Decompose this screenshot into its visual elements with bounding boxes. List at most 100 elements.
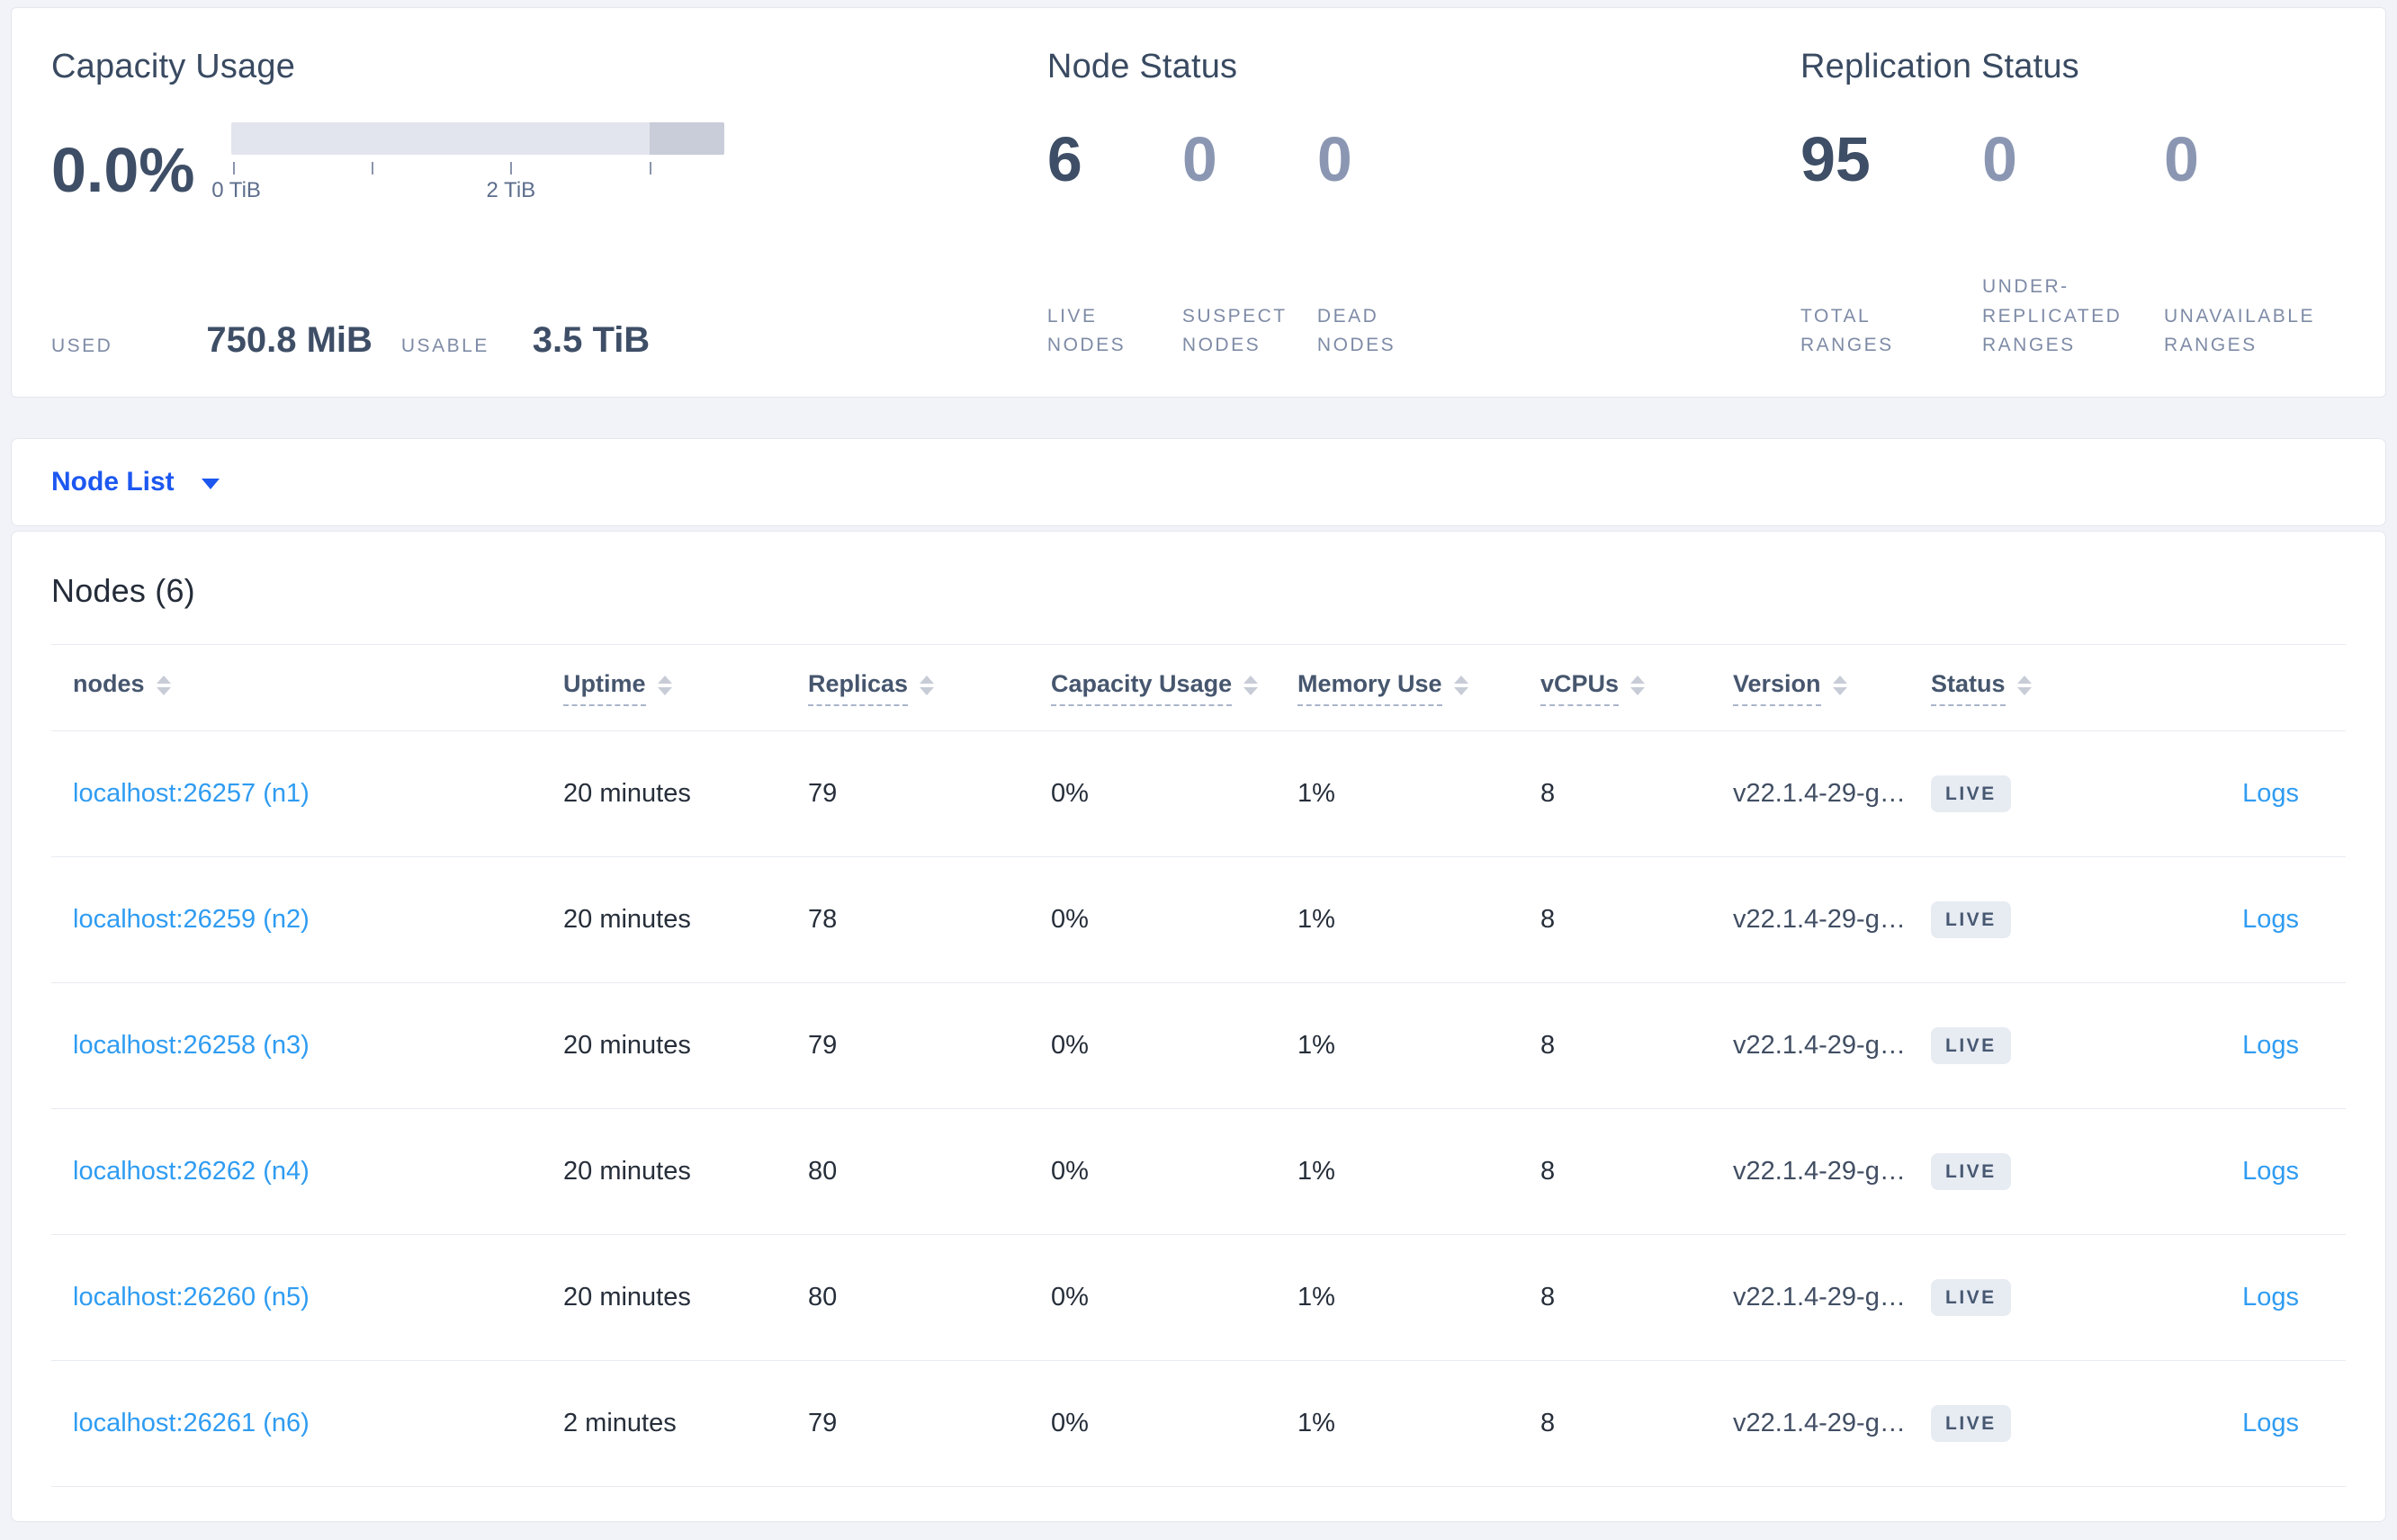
node-link[interactable]: localhost:26261 (n6) — [73, 1409, 310, 1437]
usable-label: USABLE — [400, 336, 489, 356]
table-row: localhost:26261 (n6) 2 minutes 79 0% 1% … — [51, 1361, 2346, 1487]
version-cell: v22.1.4-29-g… — [1733, 1031, 1906, 1060]
sort-icon — [920, 675, 935, 695]
node-list-dropdown[interactable]: Node List — [11, 438, 2386, 526]
column-header-nodes[interactable]: nodes — [51, 670, 542, 706]
under-replicated-ranges-value: 0 — [1982, 124, 2017, 194]
under-replicated-ranges-label: UNDER-REPLICATED RANGES — [1982, 276, 2123, 356]
column-header-uptime[interactable]: Uptime — [542, 670, 786, 706]
status-badge: LIVE — [1931, 1153, 2011, 1190]
memory-cell: 1% — [1297, 1031, 1335, 1060]
version-cell: v22.1.4-29-g… — [1733, 1157, 1906, 1186]
column-header-memory-use[interactable]: Memory Use — [1276, 670, 1519, 706]
logs-link[interactable]: Logs — [2242, 779, 2299, 809]
column-header-status[interactable]: Status — [1909, 670, 2089, 706]
unavailable-ranges-label: UNAVAILABLE RANGES — [2164, 305, 2315, 356]
sort-icon — [1832, 675, 1847, 695]
status-badge: LIVE — [1931, 775, 2011, 812]
column-header-replicas[interactable]: Replicas — [786, 670, 1029, 706]
sort-icon — [2016, 675, 2032, 695]
vcpus-cell: 8 — [1540, 1031, 1556, 1060]
version-cell: v22.1.4-29-g… — [1733, 1409, 1906, 1437]
capacity-bar — [230, 122, 724, 155]
sort-icon — [156, 675, 171, 695]
column-header-version[interactable]: Version — [1711, 670, 1909, 706]
capacity-gauge: 0 TiB 2 TiB — [211, 122, 724, 212]
node-link[interactable]: localhost:26257 (n1) — [73, 779, 310, 808]
live-nodes-label: LIVE NODES — [1046, 305, 1127, 356]
node-list-dropdown-label: Node List — [51, 467, 175, 497]
uptime-cell: 2 minutes — [563, 1409, 677, 1437]
memory-cell: 1% — [1297, 905, 1335, 934]
replication-status-title: Replication Status — [1800, 48, 2079, 85]
table-row: localhost:26259 (n2) 20 minutes 78 0% 1%… — [51, 857, 2346, 983]
logs-link[interactable]: Logs — [2242, 1409, 2299, 1438]
memory-cell: 1% — [1297, 1409, 1335, 1437]
nodes-table-card: Nodes (6) nodes Uptime Replicas Capacity… — [11, 531, 2386, 1522]
gauge-tick — [509, 162, 512, 175]
live-nodes-value: 6 — [1046, 124, 1082, 194]
gauge-tick — [371, 162, 373, 175]
node-link[interactable]: localhost:26262 (n4) — [73, 1157, 310, 1186]
node-link[interactable]: localhost:26260 (n5) — [73, 1283, 310, 1312]
logs-link[interactable]: Logs — [2242, 1283, 2299, 1312]
node-status-panel: Node Status 6 0 0 LIVE NODES SUSPECT NOD… — [1047, 48, 1800, 361]
node-link[interactable]: localhost:26258 (n3) — [73, 1031, 310, 1060]
replicas-cell: 79 — [808, 1031, 838, 1060]
memory-cell: 1% — [1297, 1283, 1335, 1312]
logs-link[interactable]: Logs — [2242, 1031, 2299, 1061]
logs-link[interactable]: Logs — [2242, 1157, 2299, 1186]
column-header-capacity-usage[interactable]: Capacity Usage — [1029, 670, 1276, 706]
used-value: 750.8 MiB — [206, 320, 373, 360]
capacity-bar-reserved-segment — [649, 122, 724, 155]
memory-cell: 1% — [1297, 779, 1335, 808]
replicas-cell: 79 — [808, 1409, 838, 1437]
node-link[interactable]: localhost:26259 (n2) — [73, 905, 310, 934]
total-ranges-value: 95 — [1800, 124, 1871, 194]
chevron-down-icon — [201, 479, 220, 489]
capacity-cell: 0% — [1051, 1031, 1089, 1060]
replicas-cell: 80 — [808, 1157, 838, 1186]
replicas-cell: 79 — [808, 779, 838, 808]
total-ranges-label: TOTAL RANGES — [1800, 305, 1894, 356]
status-badge: LIVE — [1931, 1027, 2011, 1064]
sort-icon — [1630, 675, 1646, 695]
table-row: localhost:26260 (n5) 20 minutes 80 0% 1%… — [51, 1235, 2346, 1361]
memory-cell: 1% — [1297, 1157, 1335, 1186]
dead-nodes-value: 0 — [1316, 124, 1352, 194]
replicas-cell: 80 — [808, 1283, 838, 1312]
dead-nodes-label: DEAD NODES — [1316, 305, 1396, 356]
usable-value: 3.5 TiB — [532, 320, 651, 360]
version-cell: v22.1.4-29-g… — [1733, 905, 1906, 934]
sort-icon — [1453, 675, 1468, 695]
column-header-vcpus[interactable]: vCPUs — [1519, 670, 1711, 706]
cluster-summary-card: Capacity Usage 0.0% 0 TiB 2 TiB USED 750… — [11, 7, 2386, 398]
version-cell: v22.1.4-29-g… — [1733, 1283, 1906, 1312]
status-badge: LIVE — [1931, 1279, 2011, 1316]
uptime-cell: 20 minutes — [563, 779, 691, 808]
uptime-cell: 20 minutes — [563, 1031, 691, 1060]
vcpus-cell: 8 — [1540, 1283, 1556, 1312]
replication-status-panel: Replication Status 95 0 0 TOTAL RANGES U… — [1800, 48, 2346, 361]
logs-link[interactable]: Logs — [2242, 905, 2299, 935]
status-badge: LIVE — [1931, 1405, 2011, 1442]
gauge-tick-label: 0 TiB — [211, 178, 261, 202]
suspect-nodes-label: SUSPECT NODES — [1181, 305, 1288, 356]
version-cell: v22.1.4-29-g… — [1733, 779, 1906, 808]
vcpus-cell: 8 — [1540, 779, 1556, 808]
nodes-table: nodes Uptime Replicas Capacity Usage Mem… — [51, 644, 2346, 1487]
table-row: localhost:26258 (n3) 20 minutes 79 0% 1%… — [51, 983, 2346, 1109]
capacity-cell: 0% — [1051, 1409, 1089, 1437]
capacity-percent: 0.0% — [51, 135, 195, 205]
status-badge: LIVE — [1931, 901, 2011, 938]
vcpus-cell: 8 — [1540, 1409, 1556, 1437]
suspect-nodes-value: 0 — [1181, 124, 1217, 194]
capacity-cell: 0% — [1051, 1283, 1089, 1312]
table-header-row: nodes Uptime Replicas Capacity Usage Mem… — [51, 644, 2346, 731]
capacity-usage-panel: Capacity Usage 0.0% 0 TiB 2 TiB USED 750… — [51, 48, 1047, 361]
uptime-cell: 20 minutes — [563, 905, 691, 934]
gauge-tick-label: 2 TiB — [486, 178, 536, 202]
vcpus-cell: 8 — [1540, 905, 1556, 934]
capacity-cell: 0% — [1051, 779, 1089, 808]
capacity-usage-title: Capacity Usage — [51, 48, 296, 85]
